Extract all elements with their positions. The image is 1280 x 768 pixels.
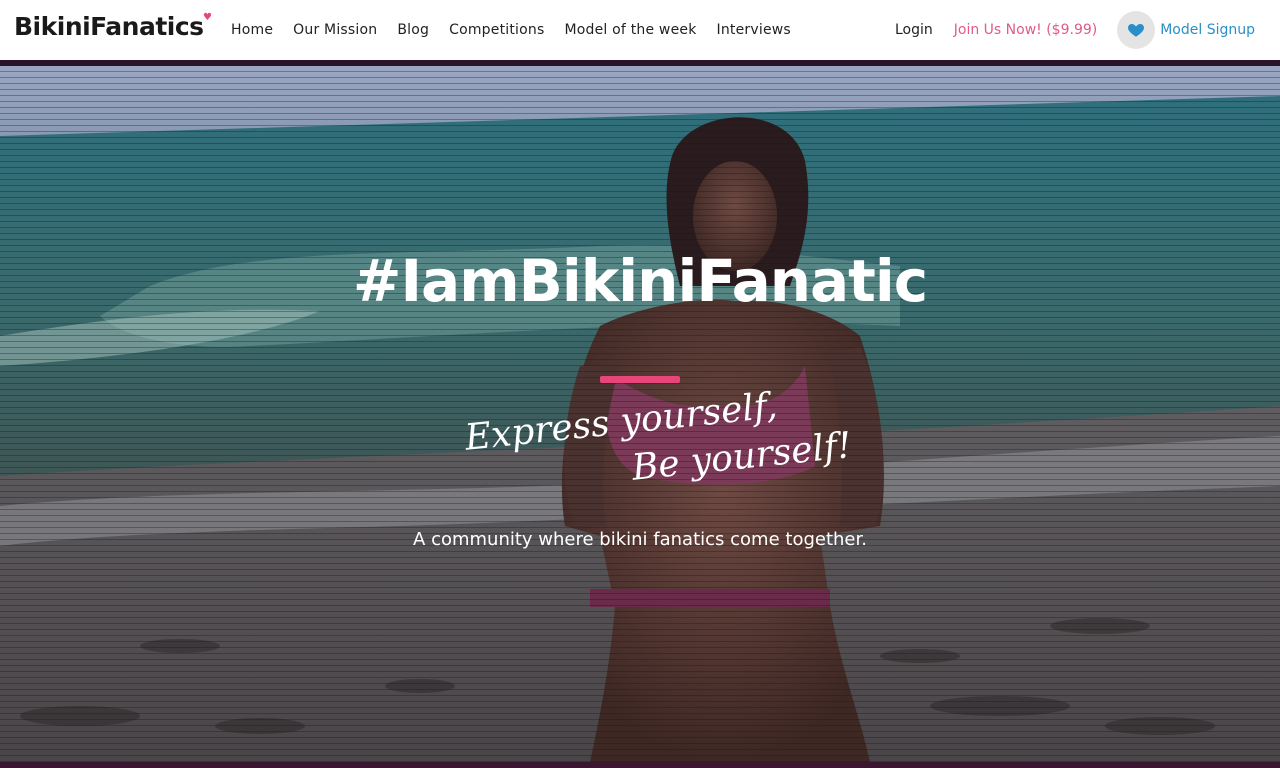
nav-model-of-the-week[interactable]: Model of the week xyxy=(564,22,696,38)
main-nav: Home Our Mission Blog Competitions Model… xyxy=(231,0,811,60)
hero-tagline: A community where bikini fanatics come t… xyxy=(413,529,867,550)
model-signup-label: Model Signup xyxy=(1160,22,1255,38)
logo-heart-icon: ♥ xyxy=(203,12,212,23)
account-nav: Login Join Us Now! ($9.99) Model Signup xyxy=(895,0,1280,60)
join-link[interactable]: Join Us Now! ($9.99) xyxy=(954,22,1097,38)
heart-icon xyxy=(1117,11,1156,49)
hero-section: #IamBikiniFanatic Express yourself, Be y… xyxy=(0,66,1280,762)
nav-our-mission[interactable]: Our Mission xyxy=(293,22,377,38)
hero-bottom-border xyxy=(0,762,1280,768)
nav-interviews[interactable]: Interviews xyxy=(717,22,791,38)
model-signup-button[interactable]: Model Signup xyxy=(1117,11,1255,49)
nav-blog[interactable]: Blog xyxy=(397,22,429,38)
login-link[interactable]: Login xyxy=(895,22,933,38)
nav-competitions[interactable]: Competitions xyxy=(449,22,544,38)
site-header: BikiniFanatics ♥ Home Our Mission Blog C… xyxy=(0,0,1280,60)
hero-divider xyxy=(600,376,680,383)
nav-home[interactable]: Home xyxy=(231,22,273,38)
hero-hashtag: #IamBikiniFanatic xyxy=(352,247,928,315)
site-logo[interactable]: BikiniFanatics xyxy=(14,12,204,41)
